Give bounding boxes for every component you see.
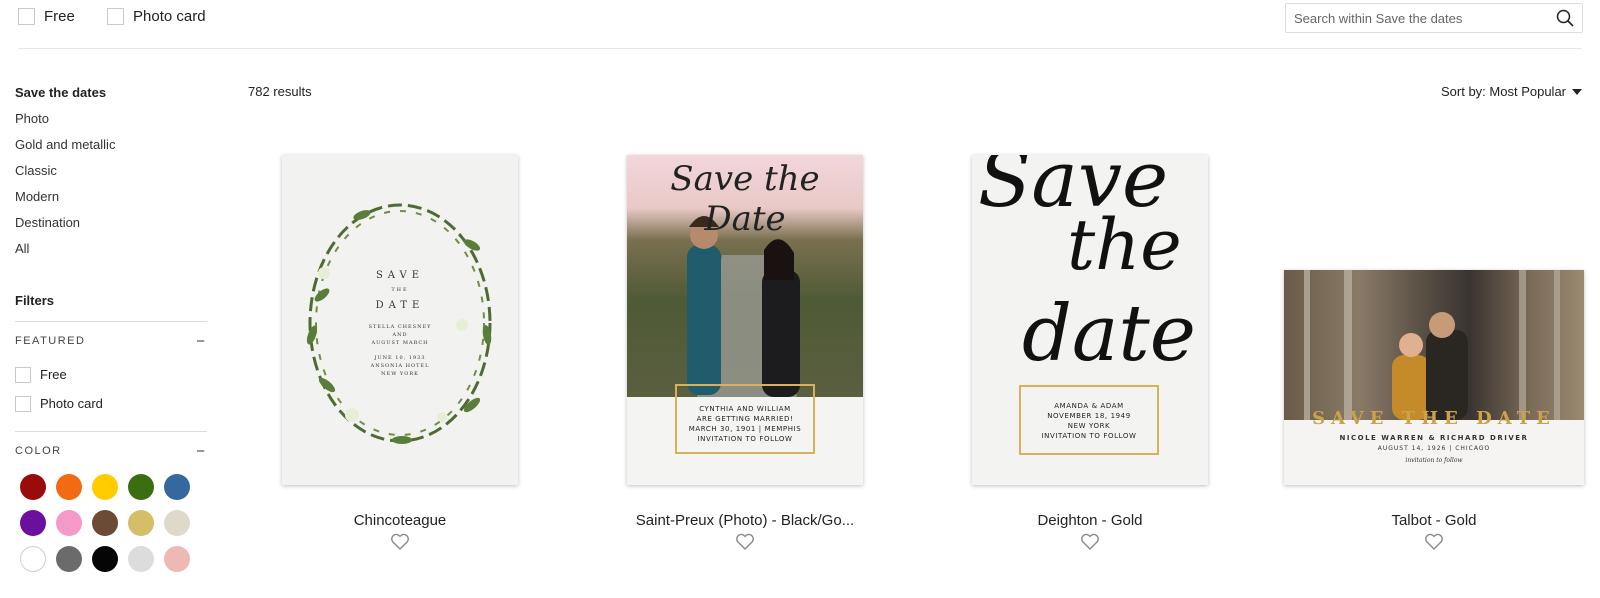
sort-dropdown[interactable]: Sort by: Most Popular [1441,84,1582,99]
top-divider [18,48,1582,49]
color-swatch[interactable] [164,510,190,536]
product-name[interactable]: Chincoteague [282,512,518,529]
card-date-line: AUGUST 14, 1926 | CHICAGO [1377,445,1491,452]
color-swatch[interactable] [56,474,82,500]
card-name-2: AUGUST MARCH [371,340,429,346]
card-gold-headline: SAVE THE DATE [1312,408,1556,429]
sort-label: Sort by: Most Popular [1441,84,1566,99]
photo-card-checkbox[interactable] [107,8,124,25]
color-swatch[interactable] [20,474,46,500]
card-line-4: INVITATION TO FOLLOW [1041,432,1137,440]
card-city: NEW YORK [381,371,419,377]
card-line-3: NEW YORK [1067,422,1111,430]
product-image-talbot[interactable]: SAVE THE DATE NICOLE WARREN & RICHARD DR… [1284,270,1584,485]
sidebar: Save the dates Photo Gold and metallic C… [15,80,207,572]
product-name[interactable]: Deighton - Gold [972,512,1208,529]
color-swatch[interactable] [92,546,118,572]
featured-section-header[interactable]: FEATURED − [15,322,207,360]
card-line-2: NOVEMBER 18, 1949 [1047,412,1131,420]
card-line-1: CYNTHIA AND WILLIAM [699,405,791,413]
top-filter-free-label: Free [44,8,75,25]
featured-option-free[interactable]: Free [15,360,207,389]
product-name[interactable]: Saint-Preux (Photo) - Black/Go... [597,512,893,529]
top-filter-free[interactable]: Free [18,8,75,25]
product-image-saint-preux[interactable]: Save the Date CYNTHIA AND WILLIAM ARE GE… [627,155,863,485]
color-swatch[interactable] [20,510,46,536]
search-icon[interactable] [1556,9,1574,27]
color-swatches [15,474,207,572]
card-venue: ANSONIA HOTEL [370,363,430,369]
couple-photo [1284,270,1584,420]
card-line-1: AMANDA & ADAM [1054,402,1124,410]
category-title[interactable]: Save the dates [15,83,207,109]
featured-photo-card-checkbox[interactable] [15,395,31,412]
card-the-text: THE [391,287,409,293]
top-filter-photo-card-label: Photo card [133,8,206,25]
product-image-deighton[interactable]: Save the date AMANDA & ADAM NOVEMBER 18,… [972,155,1208,485]
card-and: AND [392,332,408,338]
color-swatch[interactable] [128,474,154,500]
product-image-chincoteague[interactable]: SAVE THE DATE STELLA CHESNEY AND AUGUST … [282,155,518,485]
card-date-line: JUNE 10, 1933 [374,355,426,361]
heart-icon[interactable] [1424,533,1444,551]
category-classic[interactable]: Classic [15,161,207,187]
card-save-text: SAVE [375,270,425,281]
search-box [1285,3,1583,33]
heart-icon[interactable] [735,533,755,551]
color-section-header[interactable]: COLOR − [15,432,207,470]
featured-section-title: FEATURED [15,335,86,347]
product-name[interactable]: Talbot - Gold [1284,512,1584,529]
card-script-title: Save the Date [670,159,820,239]
category-all[interactable]: All [15,239,207,265]
free-checkbox[interactable] [18,8,35,25]
category-photo[interactable]: Photo [15,109,207,135]
color-section-title: COLOR [15,445,62,457]
card-name-1: STELLA CHESNEY [368,324,432,330]
card-date-text: DATE [375,300,425,311]
color-swatch[interactable] [164,474,190,500]
featured-free-label: Free [40,367,67,382]
featured-photo-card-label: Photo card [40,396,103,411]
top-filter-photo-card[interactable]: Photo card [107,8,206,25]
category-modern[interactable]: Modern [15,187,207,213]
heart-icon[interactable] [1080,533,1100,551]
chevron-down-icon [1572,89,1582,95]
color-swatch[interactable] [92,510,118,536]
card-follow: invitation to follow [1405,457,1463,464]
color-swatch[interactable] [56,546,82,572]
color-swatch[interactable] [56,510,82,536]
color-swatch[interactable] [164,546,190,572]
featured-free-checkbox[interactable] [15,366,31,383]
color-swatch[interactable] [128,510,154,536]
color-swatch[interactable] [128,546,154,572]
collapse-icon[interactable]: − [196,443,207,460]
card-names: NICOLE WARREN & RICHARD DRIVER [1339,434,1529,442]
wreath-illustration [306,203,492,444]
card-line-2: ARE GETTING MARRIED! [696,415,794,423]
top-filter-bar: Free Photo card [0,0,1600,50]
collapse-icon[interactable]: − [196,333,207,350]
color-swatch[interactable] [92,474,118,500]
category-destination[interactable]: Destination [15,213,207,239]
category-gold-and-metallic[interactable]: Gold and metallic [15,135,207,161]
results-count: 782 results [248,84,312,99]
card-gold-frame [1019,385,1159,455]
card-script-the: the [1067,204,1182,286]
card-script-date: date [1022,289,1196,379]
search-input[interactable] [1294,4,1544,32]
filters-title: Filters [15,293,55,308]
card-line-3: MARCH 30, 1901 | MEMPHIS [688,425,802,433]
card-line-4: INVITATION TO FOLLOW [697,435,793,443]
color-swatch[interactable] [20,546,46,572]
heart-icon[interactable] [390,533,410,551]
featured-option-photo-card[interactable]: Photo card [15,389,207,418]
